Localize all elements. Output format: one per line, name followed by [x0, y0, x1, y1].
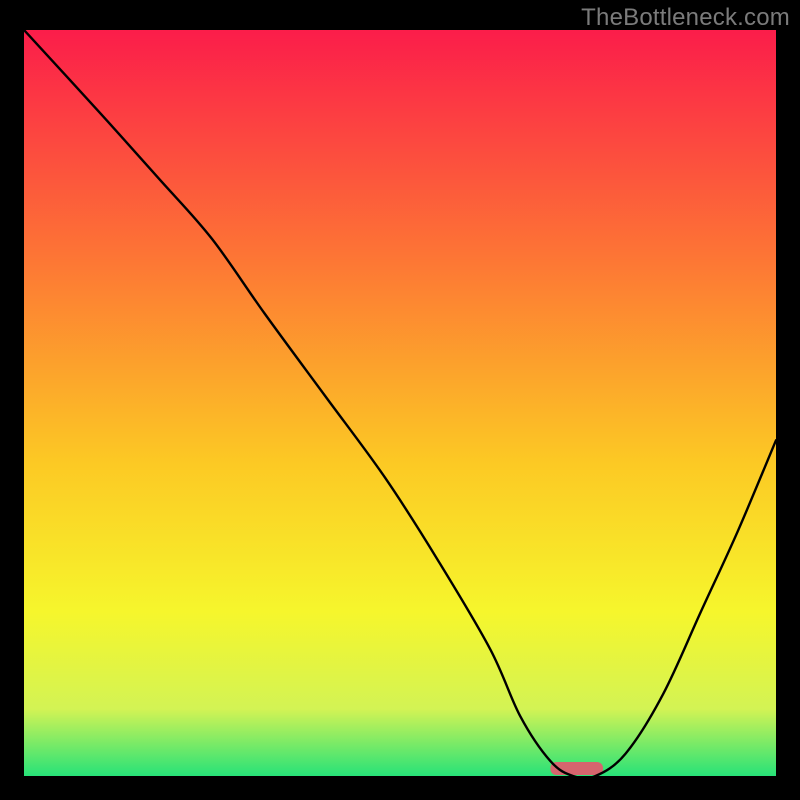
- chart-frame: [21, 27, 779, 779]
- bottleneck-chart: [24, 30, 776, 776]
- gradient-background: [24, 30, 776, 776]
